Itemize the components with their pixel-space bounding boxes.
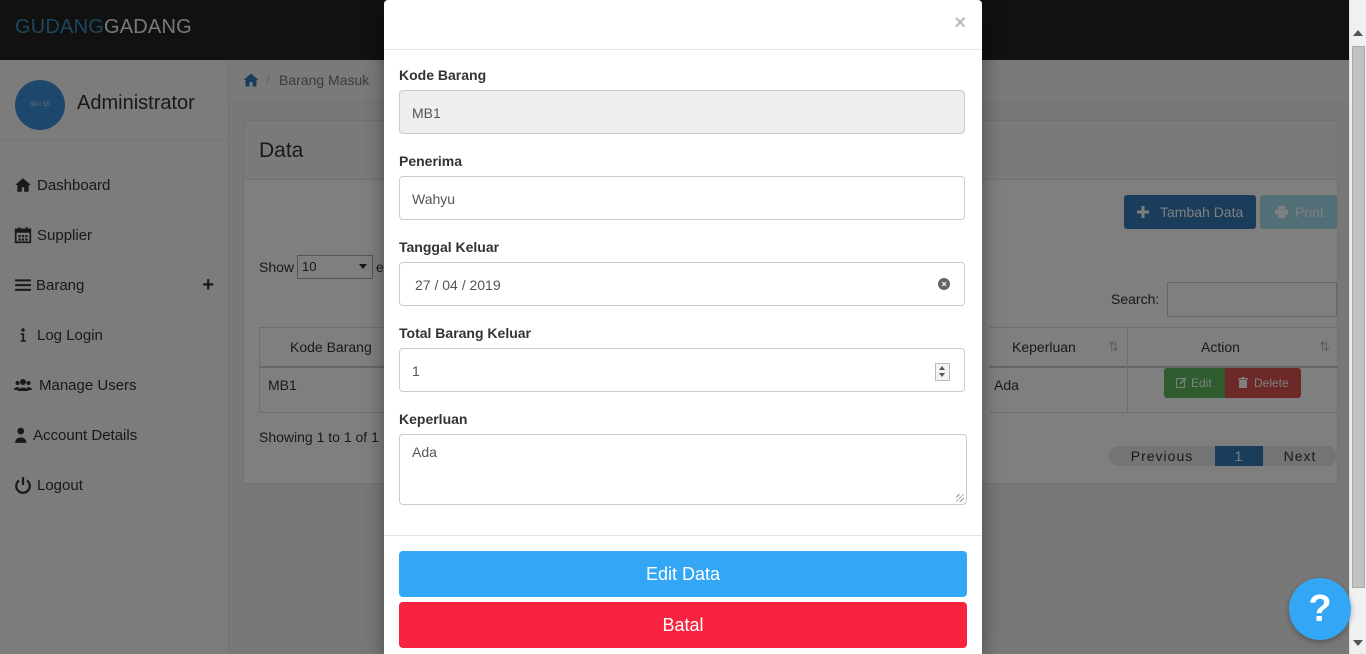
close-icon[interactable]: ×	[954, 12, 966, 35]
total-barang-keluar-field[interactable]: 1	[399, 348, 965, 392]
number-stepper[interactable]	[935, 363, 950, 381]
keperluan-value: Ada	[412, 444, 437, 460]
clear-date-icon[interactable]: ×	[938, 278, 950, 290]
help-button[interactable]: ?	[1289, 578, 1351, 640]
tanggal-keluar-field[interactable]: 27 / 04 / 2019 ×	[399, 262, 965, 306]
stepper-down-icon[interactable]	[939, 373, 945, 377]
keperluan-label: Keperluan	[399, 411, 468, 427]
penerima-value: Wahyu	[412, 191, 456, 207]
scrollbar[interactable]	[1349, 0, 1366, 654]
stepper-up-icon[interactable]	[939, 366, 945, 370]
total-barang-keluar-label: Total Barang Keluar	[399, 325, 531, 341]
tanggal-keluar-value: 27 / 04 / 2019	[415, 277, 501, 293]
total-barang-keluar-value: 1	[412, 363, 420, 379]
modal-header: ×	[384, 0, 982, 50]
edit-data-button[interactable]: Edit Data	[399, 551, 967, 597]
penerima-label: Penerima	[399, 153, 463, 169]
penerima-field[interactable]: Wahyu	[399, 176, 965, 220]
kode-barang-label: Kode Barang	[399, 67, 487, 83]
batal-button[interactable]: Batal	[399, 602, 967, 648]
edit-modal: × Kode Barang MB1 Penerima Wahyu Tanggal…	[384, 0, 982, 654]
scroll-up-arrow-icon[interactable]	[1353, 30, 1363, 36]
scroll-down-arrow-icon[interactable]	[1353, 640, 1363, 646]
kode-barang-value: MB1	[412, 105, 441, 121]
scrollbar-thumb[interactable]	[1352, 46, 1365, 588]
keperluan-textarea[interactable]: Ada	[399, 434, 967, 505]
kode-barang-field: MB1	[399, 90, 965, 134]
resize-grip-icon[interactable]	[956, 494, 964, 502]
tanggal-keluar-label: Tanggal Keluar	[399, 239, 500, 255]
modal-divider	[384, 535, 982, 536]
